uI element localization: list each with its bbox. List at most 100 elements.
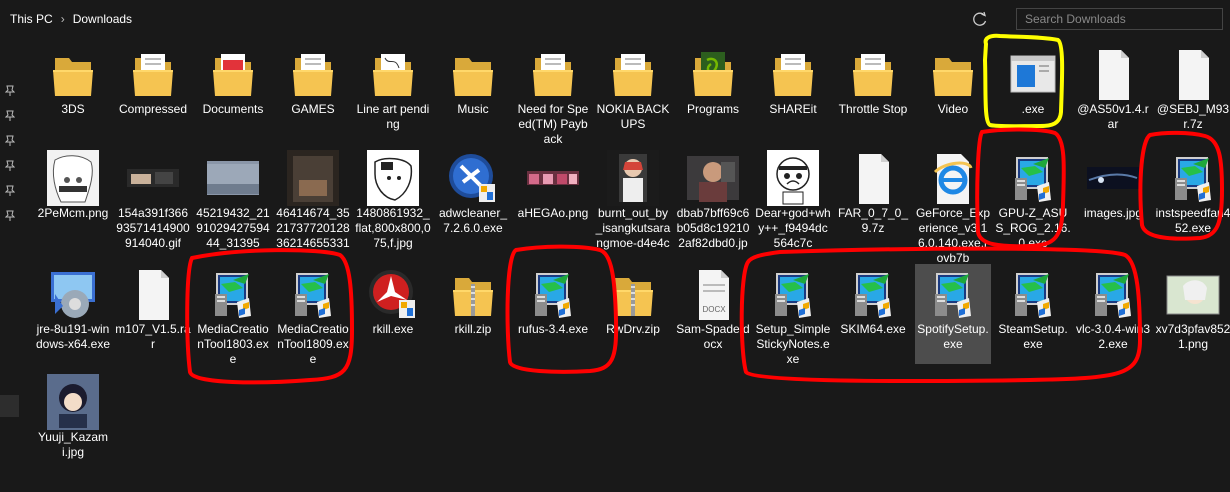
exe-window-icon [1005,46,1061,102]
file-item[interactable]: 1480861932_flat,800x800,075,f.jpg [355,148,431,250]
folder-green-icon [685,46,741,102]
image-gray-icon [205,150,261,206]
image-sketch-icon [365,150,421,206]
file-item-label: adwcleaner_7.2.6.0.exe [438,206,508,235]
pin-icon[interactable] [5,110,15,122]
file-item-label: 1480861932_flat,800x800,075,f.jpg [355,206,431,250]
file-item-label: burnt_out_by_isangkutsarangmoe-d4e4c [595,206,671,250]
file-item-label: GeForce_Experience_v3.16.0.140.exe.rovb7… [915,206,991,265]
file-item-label: Documents [202,102,264,116]
file-item[interactable]: @SEBJ_M93r.7z [1155,44,1230,144]
file-item[interactable]: RwDrv.zip [595,264,671,364]
file-item[interactable]: Yuuji_Kazami.jpg [35,372,111,472]
file-item[interactable]: 45219432_219102942759444_31395 [195,148,271,250]
file-item[interactable]: vlc-3.0.4-win32.exe [1075,264,1151,364]
file-item[interactable]: DOCX Sam-Spade.docx [675,264,751,364]
installer-icon [525,266,581,322]
file-item[interactable]: MediaCreationTool1803.exe [195,264,271,366]
file-item[interactable]: @AS50v1.4.rar [1075,44,1151,144]
installer-icon [1005,266,1061,322]
search-box[interactable] [1016,8,1223,30]
file-item-label: vlc-3.0.4-win32.exe [1075,322,1151,351]
file-item[interactable]: Setup_SimpleStickyNotes.exe [755,264,831,366]
file-item[interactable]: images.jpg [1075,148,1151,248]
folder-icon [45,46,101,102]
file-item[interactable]: instspeedfan452.exe [1155,148,1230,248]
installer-icon [925,266,981,322]
file-item[interactable]: SpotifySetup.exe [915,264,991,364]
file-item-label: rufus-3.4.exe [517,322,589,336]
file-item[interactable]: Dear+god+why++_f9494dc564c7c [755,148,831,250]
file-item[interactable]: 2PeMcm.png [35,148,111,248]
file-item[interactable]: GAMES [275,44,351,144]
file-item[interactable]: aHEGAo.png [515,148,591,248]
installer-icon [1165,150,1221,206]
breadcrumb-downloads[interactable]: Downloads [73,12,132,26]
file-item-label: rkill.zip [454,322,492,336]
file-item[interactable]: SKIM64.exe [835,264,911,364]
breadcrumb-chevron-icon[interactable]: › [61,12,65,26]
file-item-label: Programs [686,102,739,116]
file-item[interactable]: burnt_out_by_isangkutsarangmoe-d4e4c [595,148,671,250]
image-anime4-icon [45,374,101,430]
navigation-pane [0,37,20,492]
file-item[interactable]: dbab7bff69c6b05d8c192102af82dbd0.jpg [675,148,751,250]
adwcleaner-icon [445,150,501,206]
installer-icon [1005,150,1061,206]
file-item[interactable]: GeForce_Experience_v3.16.0.140.exe.rovb7… [915,148,991,265]
pin-icon[interactable] [5,185,15,197]
file-item[interactable]: adwcleaner_7.2.6.0.exe [435,148,511,248]
file-item[interactable]: Line art pending [355,44,431,144]
installer-icon [1085,266,1141,322]
zip-folder-icon [605,266,661,322]
pin-icon[interactable] [5,160,15,172]
file-item[interactable]: rkill.zip [435,264,511,364]
file-item-label: SHAREit [769,102,817,116]
file-item[interactable]: jre-8u191-windows-x64.exe [35,264,111,364]
file-item[interactable]: GPU-Z_ASUS_ROG_2.16.0.exe [995,148,1071,250]
file-item[interactable]: SHAREit [755,44,831,144]
folder-doc-icon [845,46,901,102]
file-item[interactable]: 154a391f36693571414900914040.gif [115,148,191,250]
nav-selected-item[interactable] [0,395,19,417]
file-item-label: jre-8u191-windows-x64.exe [35,322,111,351]
file-item[interactable]: rufus-3.4.exe [515,264,591,364]
file-item[interactable]: Documents [195,44,271,144]
file-item-label: Video [937,102,969,116]
blank-file-icon [1085,46,1141,102]
file-item[interactable]: rkill.exe [355,264,431,364]
file-item[interactable]: MediaCreationTool1809.exe [275,264,351,366]
file-item[interactable]: m107_V1.5.rar [115,264,191,364]
breadcrumb-this-pc[interactable]: This PC [10,12,53,26]
file-item[interactable]: 46414674_3521737720128362146553319428 [275,148,351,250]
pin-icon[interactable] [5,85,15,97]
file-item-label: images.jpg [1083,206,1143,220]
search-input[interactable] [1017,9,1222,29]
file-item-label: SteamSetup.exe [998,322,1068,351]
file-item-label: @SEBJ_M93r.7z [1156,102,1230,131]
file-item[interactable]: Programs [675,44,751,144]
file-item[interactable]: xv7d3pfav8521.png [1155,264,1230,364]
file-item-label: Music [457,102,489,116]
file-item[interactable]: .exe [995,44,1071,144]
image-pink-strip-icon [525,150,581,206]
file-item[interactable]: SteamSetup.exe [995,264,1071,364]
image-anime3-icon [1165,266,1221,322]
file-item[interactable]: NOKIA BACKUPS [595,44,671,144]
pin-icon[interactable] [5,210,15,222]
image-comic-icon [765,150,821,206]
file-item[interactable]: Need for Speed(TM) Payback [515,44,591,146]
folder-icon [445,46,501,102]
file-item[interactable]: Throttle Stop [835,44,911,144]
file-item[interactable]: 3DS [35,44,111,144]
installer-icon [845,266,901,322]
file-item[interactable]: FAR_0_7_0_9.7z [835,148,911,248]
file-item[interactable]: Music [435,44,511,144]
refresh-icon[interactable] [970,9,990,29]
address-bar[interactable]: This PC › Downloads [0,4,1007,34]
address-bar-area: This PC › Downloads [0,0,1230,37]
pin-icon[interactable] [5,135,15,147]
file-item[interactable]: Compressed [115,44,191,144]
file-item[interactable]: Video [915,44,991,144]
file-item-label: MediaCreationTool1803.exe [197,322,269,366]
